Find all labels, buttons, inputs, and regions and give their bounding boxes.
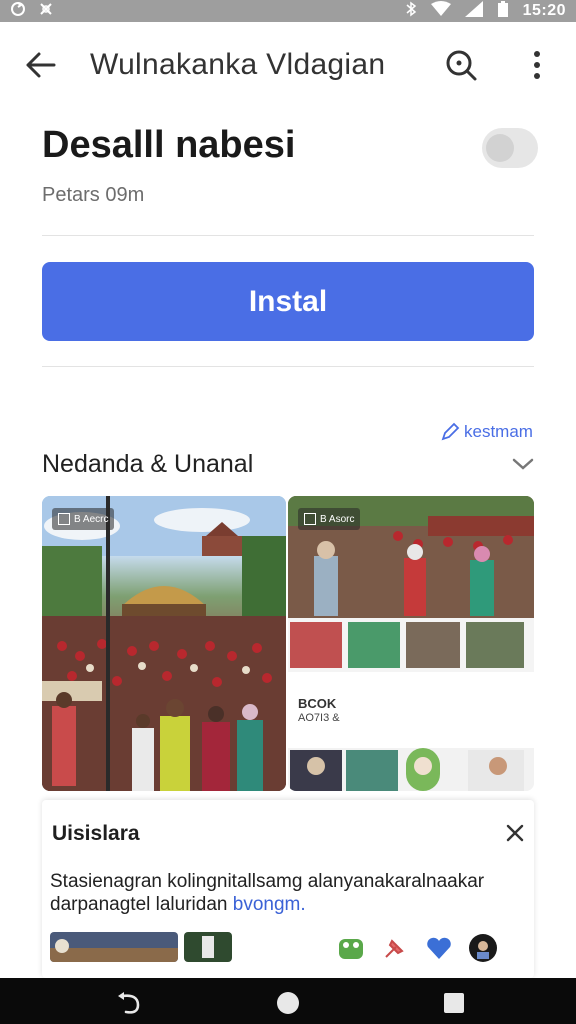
signal-icon bbox=[464, 1, 483, 21]
app-meta: Petars 09m bbox=[42, 184, 145, 206]
app-bar: Wulnakanka Vldagian bbox=[0, 22, 576, 108]
back-button[interactable] bbox=[24, 48, 58, 82]
app-toggle[interactable] bbox=[482, 128, 538, 168]
collage-caption-title: BCOK bbox=[298, 696, 337, 711]
toggle-knob bbox=[486, 134, 514, 162]
crowd-scene-image bbox=[42, 496, 286, 791]
section-title: Nedanda & Unanal bbox=[42, 450, 254, 478]
expand-button[interactable] bbox=[510, 452, 536, 476]
status-left bbox=[10, 1, 54, 21]
screenshot-badge: B Asorc bbox=[298, 508, 361, 530]
section-link[interactable]: kestmam bbox=[440, 422, 533, 442]
info-dialog: Uisislara Stasienagran kolingnitallsamg … bbox=[42, 800, 534, 978]
app-badge-icon bbox=[58, 513, 70, 525]
bluetooth-icon bbox=[405, 1, 417, 21]
home-nav-icon bbox=[277, 992, 299, 1014]
section-link-label: kestmam bbox=[464, 422, 533, 441]
search-button[interactable] bbox=[444, 48, 478, 82]
status-time: 15:20 bbox=[522, 2, 566, 19]
dialog-close-button[interactable] bbox=[504, 822, 526, 844]
chevron-down-icon bbox=[512, 458, 534, 470]
divider bbox=[42, 235, 534, 236]
screenshot-badge-label: B Aecrc bbox=[74, 513, 109, 525]
dialog-body-line-1: Stasienagran kolingnitallsamg alanyanaka… bbox=[50, 871, 485, 892]
app-bar-title: Wulnakanka Vldagian bbox=[90, 48, 386, 81]
pencil-icon bbox=[441, 422, 460, 441]
recents-nav-icon bbox=[444, 993, 464, 1013]
navigation-bar bbox=[0, 978, 576, 1024]
install-button[interactable]: Instal bbox=[42, 262, 534, 341]
dialog-thumbnail[interactable] bbox=[50, 932, 178, 962]
screenshot-1[interactable]: B Aecrc bbox=[42, 496, 286, 791]
sync-icon bbox=[10, 1, 26, 21]
heart-icon[interactable] bbox=[424, 933, 454, 963]
collage-caption-sub: AO7I3 & bbox=[298, 712, 340, 724]
more-options-button[interactable] bbox=[522, 46, 552, 84]
status-bar: 15:20 bbox=[0, 0, 576, 22]
back-arrow-icon bbox=[26, 52, 56, 78]
back-nav-icon bbox=[118, 992, 140, 1014]
nav-recents-button[interactable] bbox=[441, 990, 467, 1016]
dialog-body-text: darpanagtel laluridan bbox=[50, 894, 233, 915]
dialog-body-line-2: darpanagtel laluridan bvongm. bbox=[50, 893, 520, 916]
settings-icon bbox=[38, 1, 54, 21]
nav-back-button[interactable] bbox=[116, 990, 142, 1016]
dialog-body: Stasienagran kolingnitallsamg alanyanaka… bbox=[50, 870, 520, 916]
dialog-thumbnails bbox=[50, 932, 232, 962]
wifi-icon bbox=[430, 1, 451, 21]
frog-app-icon[interactable] bbox=[336, 933, 366, 963]
dialog-body-link[interactable]: bvongm. bbox=[233, 894, 306, 915]
more-vert-icon bbox=[534, 51, 540, 79]
screenshot-badge: B Aecrc bbox=[52, 508, 115, 530]
dialog-icon-row bbox=[336, 933, 498, 963]
nav-home-button[interactable] bbox=[275, 990, 301, 1016]
close-icon bbox=[506, 824, 524, 842]
app-badge-icon bbox=[304, 513, 316, 525]
divider bbox=[42, 366, 534, 367]
app-name: Desalll nabesi bbox=[42, 124, 296, 166]
dialog-title: Uisislara bbox=[52, 822, 140, 845]
battery-icon bbox=[497, 1, 509, 21]
dialog-thumbnail[interactable] bbox=[184, 932, 232, 962]
search-icon bbox=[446, 50, 477, 81]
screenshot-2[interactable]: B Asorc BCOK AO7I3 & bbox=[288, 496, 534, 791]
collage-image bbox=[288, 496, 534, 791]
status-right: 15:20 bbox=[405, 1, 566, 21]
pin-icon[interactable] bbox=[380, 933, 410, 963]
screenshot-badge-label: B Asorc bbox=[320, 513, 355, 525]
avatar-icon[interactable] bbox=[468, 933, 498, 963]
